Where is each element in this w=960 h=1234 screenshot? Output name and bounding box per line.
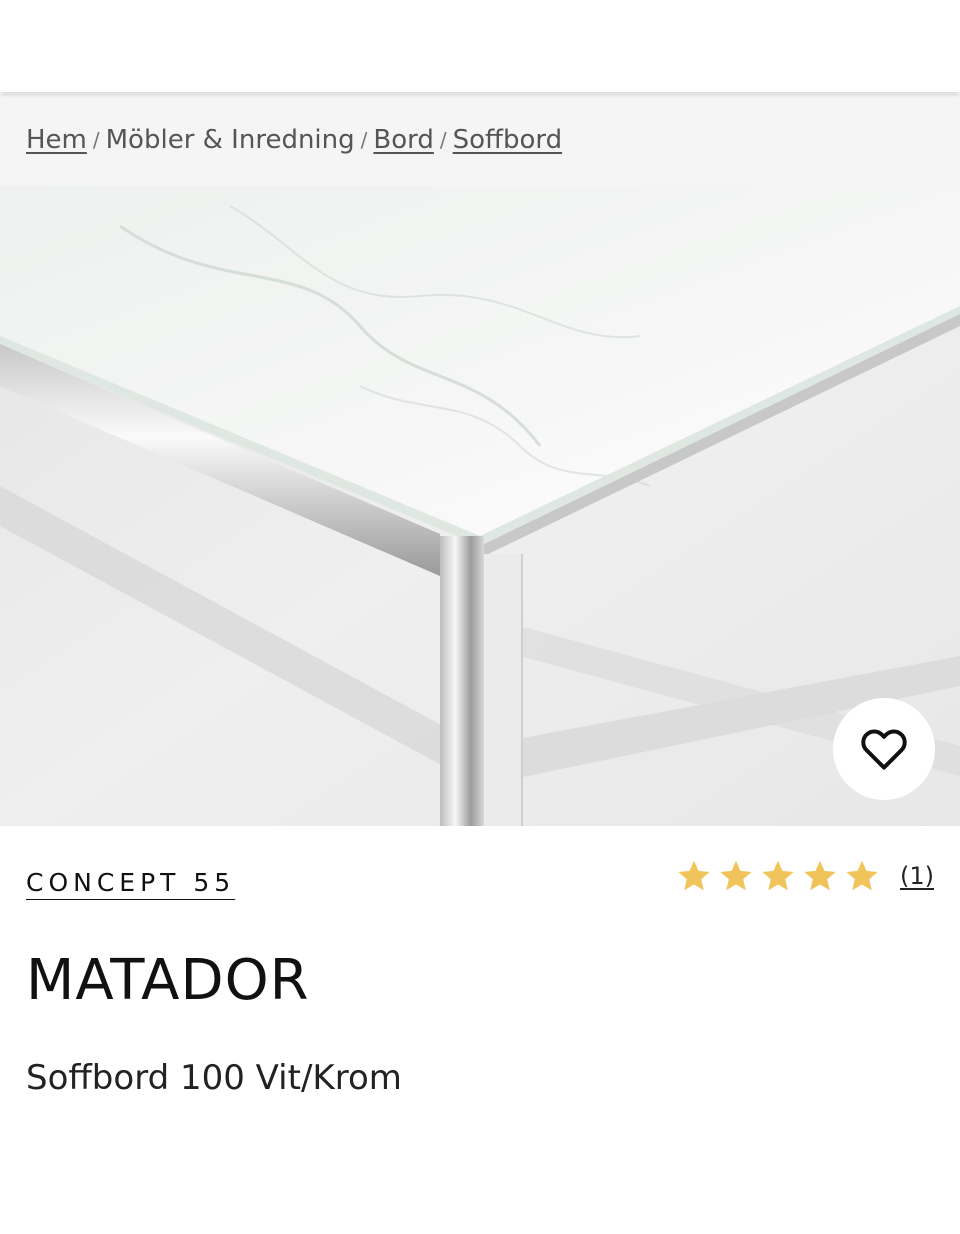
star-icon bbox=[804, 860, 836, 891]
star-icon bbox=[678, 860, 710, 891]
product-rating[interactable]: (1) bbox=[676, 856, 934, 896]
breadcrumb-item-hem[interactable]: Hem bbox=[26, 125, 87, 155]
star-icon bbox=[762, 860, 794, 891]
star-icon bbox=[846, 860, 878, 891]
breadcrumb-separator: / bbox=[92, 128, 100, 152]
breadcrumb: Hem / Möbler & Inredning / Bord / Soffbo… bbox=[0, 94, 960, 186]
product-subtitle: Soffbord 100 Vit/Krom bbox=[26, 1058, 402, 1098]
favorite-button[interactable] bbox=[833, 698, 935, 800]
brand-link[interactable]: CONCEPT 55 bbox=[26, 868, 235, 897]
product-image bbox=[0, 186, 960, 826]
heart-outline-icon bbox=[861, 729, 907, 770]
breadcrumb-item-mobler[interactable]: Möbler & Inredning bbox=[106, 125, 355, 155]
review-count-link[interactable]: (1) bbox=[900, 862, 934, 890]
breadcrumb-item-soffbord[interactable]: Soffbord bbox=[453, 125, 562, 155]
star-icon bbox=[720, 860, 752, 891]
breadcrumb-item-bord[interactable]: Bord bbox=[373, 125, 433, 155]
product-image-gallery[interactable] bbox=[0, 186, 960, 826]
top-bar bbox=[0, 0, 960, 92]
breadcrumb-separator: / bbox=[360, 128, 368, 152]
product-name: MATADOR bbox=[26, 948, 310, 1013]
breadcrumb-separator: / bbox=[439, 128, 447, 152]
